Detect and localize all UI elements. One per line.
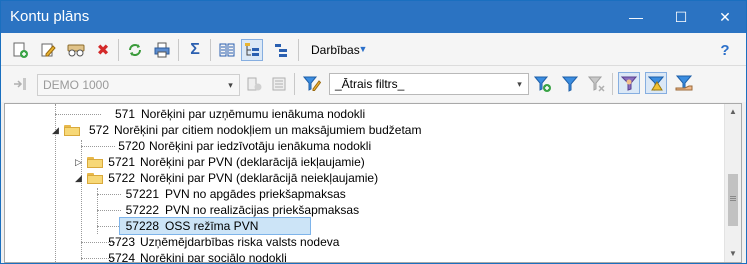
tree-row[interactable]: ◢ 572 Norēķini par citiem nodokļiem un m… bbox=[5, 122, 720, 138]
chevron-down-icon[interactable]: ▾ bbox=[511, 74, 528, 94]
delete-icon[interactable]: ✖ bbox=[93, 40, 113, 60]
toolbar-separator bbox=[118, 39, 119, 61]
edit-icon[interactable] bbox=[38, 40, 58, 60]
new-document-icon[interactable] bbox=[10, 40, 30, 60]
scroll-down-icon[interactable]: ▼ bbox=[725, 246, 741, 262]
account-code: 5721 bbox=[108, 155, 135, 169]
database-list-icon bbox=[269, 74, 289, 94]
account-name: Uzņēmējdarbības riska valsts nodeva bbox=[140, 235, 340, 249]
list-view-icon[interactable] bbox=[217, 40, 237, 60]
toolbar-separator bbox=[298, 39, 299, 61]
account-name: Norēķini par PVN (deklarācijā iekļaujami… bbox=[140, 155, 365, 169]
user-filter-icon[interactable] bbox=[618, 72, 640, 94]
folder-closed-icon bbox=[87, 156, 103, 168]
actions-menu[interactable]: Darbības bbox=[311, 43, 360, 57]
folder-open-icon bbox=[64, 124, 80, 136]
maximize-button[interactable]: ☐ bbox=[659, 1, 703, 33]
import-icon bbox=[10, 74, 30, 94]
account-code: 57228 bbox=[125, 219, 159, 233]
account-code: 5720 bbox=[118, 139, 145, 153]
help-icon[interactable]: ? bbox=[715, 40, 735, 60]
collapse-arrow-icon[interactable]: ◢ bbox=[75, 174, 84, 183]
toolbar-separator bbox=[612, 73, 613, 95]
chevron-down-icon: ▾ bbox=[228, 80, 233, 90]
account-code: 571 bbox=[114, 107, 135, 121]
account-plan-window: Kontu plāns — ☐ ✕ ✖ Σ Darbības ▼ ? DEMO … bbox=[0, 0, 747, 264]
refresh-icon[interactable] bbox=[125, 40, 145, 60]
hierarchy-icon[interactable] bbox=[271, 40, 291, 60]
database-select-value: DEMO 1000 bbox=[43, 78, 110, 92]
title-bar: Kontu plāns — ☐ ✕ bbox=[1, 1, 746, 33]
tree-row[interactable]: ◢ 5722 Norēķini par PVN (deklarācijā nei… bbox=[5, 170, 720, 186]
tree-row[interactable]: 571 Norēķini par uzņēmumu ienākuma nodok… bbox=[5, 106, 720, 122]
account-name: Norēķini par citiem nodokļiem un maksāju… bbox=[114, 123, 422, 137]
account-code: 572 bbox=[88, 123, 109, 137]
tree-row[interactable]: ▷ 5721 Norēķini par PVN (deklarācijā iek… bbox=[5, 154, 720, 170]
folder-open-icon bbox=[87, 172, 103, 184]
expand-arrow-icon[interactable]: ▷ bbox=[75, 158, 84, 167]
quick-filter-select[interactable]: _Ātrais filtrs_ ▾ bbox=[329, 73, 529, 95]
account-code: 5724 bbox=[108, 251, 135, 263]
view-icon[interactable] bbox=[66, 40, 86, 60]
account-tree[interactable]: 571 Norēķini par uzņēmumu ienākuma nodok… bbox=[4, 103, 742, 263]
tree-row[interactable]: 5723 Uzņēmējdarbības riska valsts nodeva bbox=[5, 234, 720, 250]
scroll-up-icon[interactable]: ▲ bbox=[725, 104, 741, 120]
filter-edit-icon[interactable] bbox=[302, 74, 322, 94]
remove-filter-icon bbox=[587, 74, 607, 94]
scrollbar-thumb[interactable] bbox=[728, 174, 738, 226]
account-code: 57221 bbox=[125, 187, 159, 201]
database-select: DEMO 1000 ▾ bbox=[37, 74, 240, 96]
account-name: Norēķini par sociālo nodokli bbox=[140, 251, 287, 263]
vertical-scrollbar[interactable]: ▲ ▼ bbox=[724, 104, 741, 262]
quick-filter-value: _Ātrais filtrs_ bbox=[335, 77, 405, 91]
tree-row-selected[interactable]: 57228 OSS režīma PVN bbox=[5, 217, 720, 235]
account-code: 57222 bbox=[125, 203, 159, 217]
account-name: PVN no realizācijas priekšapmaksas bbox=[165, 203, 360, 217]
tree-row[interactable]: 57221 PVN no apgādes priekšapmaksas bbox=[5, 186, 720, 202]
print-icon[interactable] bbox=[152, 40, 172, 60]
toolbar-separator bbox=[178, 39, 179, 61]
account-name: Norēķini par PVN (deklarācijā neiekļauja… bbox=[140, 171, 379, 185]
sum-icon[interactable]: Σ bbox=[185, 40, 205, 60]
chevron-down-icon[interactable]: ▼ bbox=[357, 41, 369, 57]
window-title: Kontu plāns bbox=[10, 8, 90, 25]
add-filter-icon[interactable] bbox=[533, 74, 553, 94]
account-name: Norēķini par iedzīvotāju ienākuma nodokl… bbox=[149, 139, 372, 153]
tree-row[interactable]: 5724 Norēķini par sociālo nodokli bbox=[5, 250, 720, 263]
filter-toolbar: DEMO 1000 ▾ _Ātrais filtrs_ ▾ bbox=[1, 66, 746, 102]
collapse-arrow-icon[interactable]: ◢ bbox=[52, 126, 61, 135]
account-name: Norēķini par uzņēmumu ienākuma nodokli bbox=[141, 107, 366, 121]
account-code: 5723 bbox=[108, 235, 135, 249]
minimize-button[interactable]: — bbox=[614, 1, 658, 33]
filter-icon[interactable] bbox=[560, 74, 580, 94]
warning-filter-icon[interactable] bbox=[645, 72, 667, 94]
account-name: OSS režīma PVN bbox=[165, 219, 259, 233]
tree-view-icon[interactable] bbox=[241, 39, 263, 61]
hand-filter-icon[interactable] bbox=[674, 73, 694, 93]
main-toolbar: ✖ Σ Darbības ▼ ? bbox=[1, 33, 746, 66]
close-button[interactable]: ✕ bbox=[703, 1, 746, 33]
add-database-icon bbox=[244, 74, 264, 94]
toolbar-separator bbox=[210, 39, 211, 61]
toolbar-separator bbox=[294, 73, 295, 95]
tree-row[interactable]: 57222 PVN no realizācijas priekšapmaksas bbox=[5, 202, 720, 218]
account-name: PVN no apgādes priekšapmaksas bbox=[165, 187, 346, 201]
tree-row[interactable]: 5720 Norēķini par iedzīvotāju ienākuma n… bbox=[5, 138, 720, 154]
account-code: 5722 bbox=[108, 171, 135, 185]
